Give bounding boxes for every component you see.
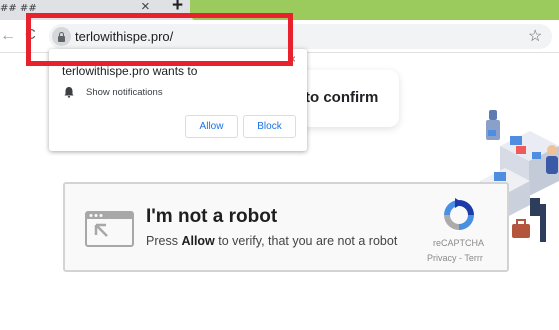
bookmark-star-icon[interactable]: ☆ [528,26,542,46]
recaptcha-logo-icon [444,198,474,230]
captcha-subtitle-prefix: Press [146,234,182,248]
confirm-heading: to confirm [305,89,379,106]
browser-window-icon [85,211,134,247]
captcha-subtitle-suffix: to verify, that you are not a robot [214,234,398,248]
recaptcha-brand: reCAPTCHA [433,238,485,248]
captcha-subtitle: Press Allow to verify, that you are not … [146,234,397,248]
popup-title: terlowithispe.pro wants to [62,64,198,78]
block-button[interactable]: Block [243,115,296,138]
recaptcha-box: I'm not a robot Press Allow to verify, t… [63,182,509,272]
permission-label: Show notifications [86,87,163,98]
bell-icon [64,87,74,98]
back-icon[interactable]: ← [0,27,16,45]
highlight-box [26,13,293,66]
recaptcha-links[interactable]: Privacy - Terrr [427,253,483,263]
captcha-title: I'm not a robot [146,206,278,227]
allow-button[interactable]: Allow [185,115,238,138]
captcha-subtitle-bold: Allow [181,234,215,248]
